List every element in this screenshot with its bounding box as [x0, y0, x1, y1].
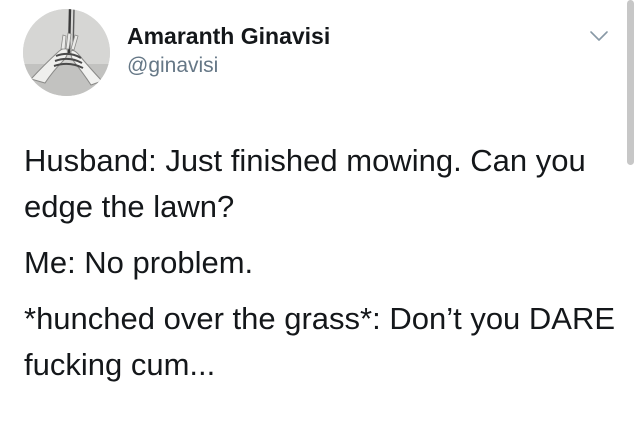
tweet-paragraph: *hunched over the grass*: Don’t you DARE… — [24, 301, 616, 382]
tweet-card: Amaranth Ginavisi @ginavisi Husband: Jus… — [0, 0, 638, 448]
tweet-paragraph: Me: No problem. — [24, 245, 254, 280]
scrollbar[interactable] — [627, 0, 634, 165]
tweet-text: Husband: Just finished mowing. Can you e… — [24, 138, 624, 388]
tweet-paragraph: Husband: Just finished mowing. Can you e… — [24, 143, 586, 224]
tied-hands-photo-avatar-icon — [23, 9, 110, 96]
chevron-down-icon-svg — [590, 31, 608, 41]
author-display-name[interactable]: Amaranth Ginavisi — [127, 22, 330, 50]
author-handle[interactable]: @ginavisi — [127, 53, 218, 79]
chevron-down-icon[interactable] — [586, 26, 612, 46]
avatar[interactable] — [23, 9, 110, 96]
